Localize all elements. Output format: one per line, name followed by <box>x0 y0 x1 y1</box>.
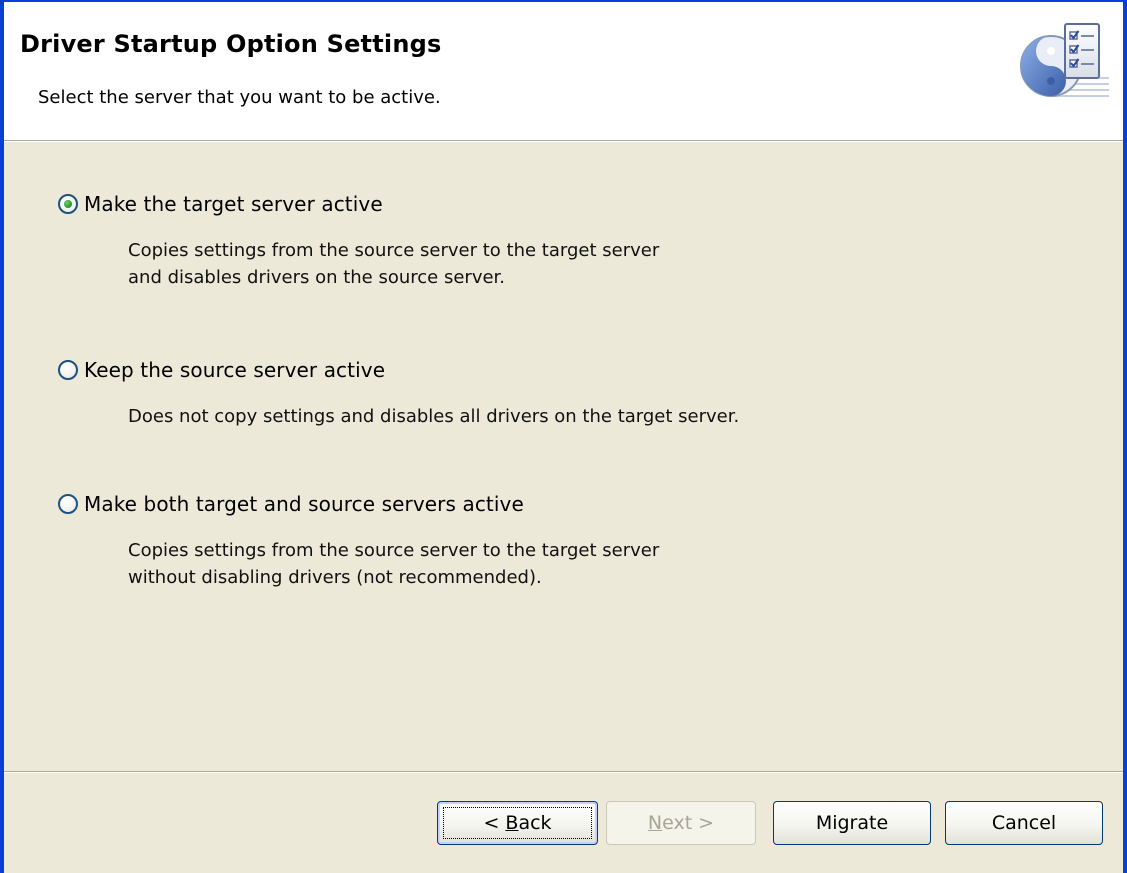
focus-ring <box>443 807 592 839</box>
option-description-line: Copies settings from the source server t… <box>128 540 660 561</box>
wizard-window: Driver Startup Option Settings Select th… <box>0 0 1127 873</box>
option-keep-source-active: Keep the source server active Does not c… <box>58 357 739 430</box>
checklist-yinyang-icon <box>1020 23 1109 97</box>
migrate-button[interactable]: Migrate <box>773 801 931 845</box>
cancel-button[interactable]: Cancel <box>945 801 1103 845</box>
page-title: Driver Startup Option Settings <box>20 30 442 58</box>
next-rest-text: ext > <box>662 812 715 834</box>
footer-divider-highlight <box>4 772 1123 773</box>
option-make-both-active: Make both target and source servers acti… <box>58 491 659 591</box>
option-description-line: and disables drivers on the source serve… <box>128 267 506 288</box>
radio-button[interactable] <box>58 494 78 514</box>
option-description-line: without disabling drivers (not recommend… <box>128 567 542 588</box>
next-button-label: Next > <box>648 812 714 834</box>
back-button[interactable]: < Back <box>437 801 598 845</box>
radio-button-selected[interactable] <box>58 194 78 214</box>
option-description-line: Copies settings from the source server t… <box>128 240 660 261</box>
option-label[interactable]: Make the target server active <box>84 192 383 216</box>
option-description: Does not copy settings and disables all … <box>128 403 739 430</box>
page-subtitle: Select the server that you want to be ac… <box>38 87 441 108</box>
option-description: Copies settings from the source server t… <box>128 537 659 591</box>
wizard-header: Driver Startup Option Settings Select th… <box>4 2 1123 141</box>
next-button[interactable]: Next > <box>606 801 756 845</box>
radio-make-target-active[interactable]: Make the target server active <box>58 191 659 217</box>
next-mnemonic: N <box>647 812 663 834</box>
option-label[interactable]: Make both target and source servers acti… <box>84 492 524 516</box>
window-frame-right <box>1123 0 1127 873</box>
option-make-target-active: Make the target server active Copies set… <box>58 191 659 291</box>
option-label[interactable]: Keep the source server active <box>84 358 385 382</box>
radio-make-both-active[interactable]: Make both target and source servers acti… <box>58 491 659 517</box>
header-divider <box>4 141 1123 142</box>
option-description-line: Does not copy settings and disables all … <box>128 406 740 427</box>
radio-keep-source-active[interactable]: Keep the source server active <box>58 357 739 383</box>
option-description: Copies settings from the source server t… <box>128 237 659 291</box>
radio-button[interactable] <box>58 360 78 380</box>
